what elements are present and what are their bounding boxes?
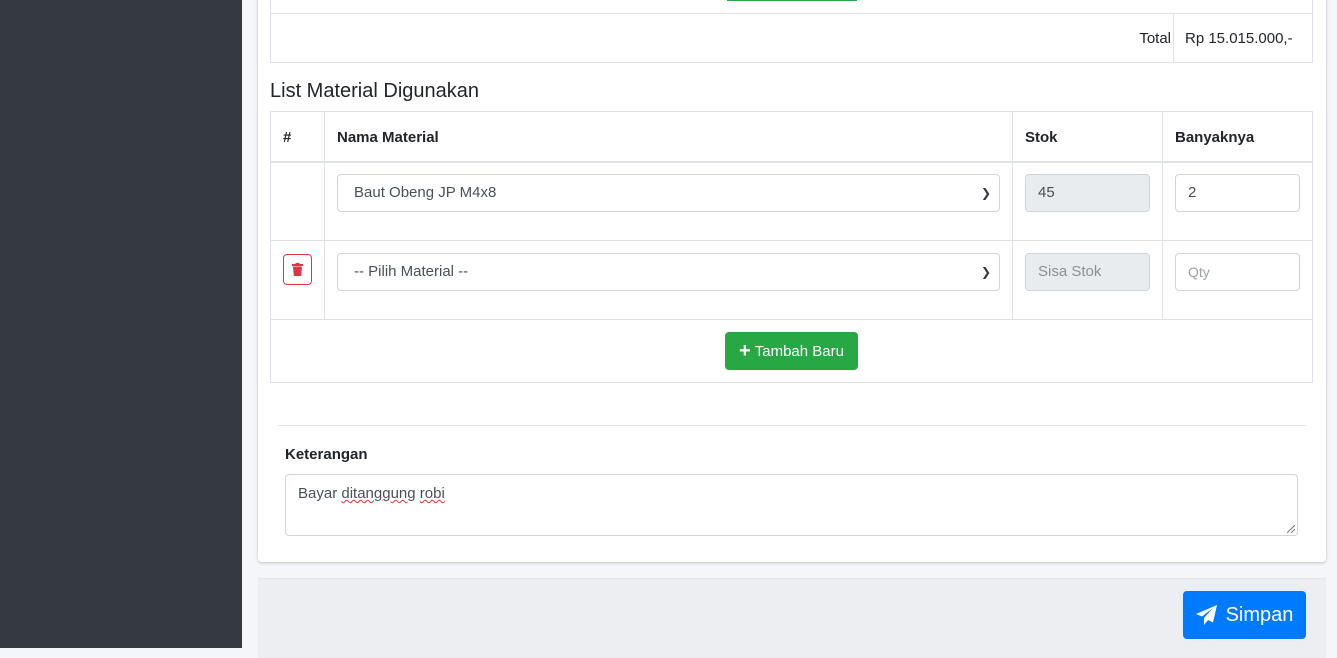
- save-label: Simpan: [1225, 603, 1294, 626]
- quantity-placeholder: Qty: [1188, 264, 1210, 280]
- quantity-input[interactable]: 2: [1175, 174, 1300, 212]
- stock-field-empty: Sisa Stok: [1025, 253, 1150, 291]
- paper-plane-icon: [1195, 605, 1217, 625]
- material-select-value: Baut Obeng JP M4x8: [354, 184, 497, 201]
- divider: [278, 425, 1306, 426]
- trash-icon: [292, 263, 303, 276]
- column-header-number: #: [283, 129, 292, 146]
- add-material-label: Tambah Baru: [754, 342, 844, 360]
- total-value: Rp 15.015.000,-: [1185, 30, 1293, 47]
- card-footer: Simpan: [258, 578, 1326, 658]
- chevron-down-icon: ❯: [980, 186, 991, 200]
- stock-value: 45: [1038, 184, 1055, 201]
- notes-word-misspelled: ditanggung: [341, 485, 416, 502]
- notes-word: Bayar: [298, 485, 338, 502]
- material-select-placeholder: -- Pilih Material --: [354, 263, 469, 280]
- notes-textarea[interactable]: Bayar ditanggung robi: [285, 474, 1298, 536]
- column-header-stock: Stok: [1025, 129, 1058, 146]
- materials-section-title: List Material Digunakan: [270, 80, 479, 102]
- notes-word-misspelled: robi: [419, 485, 445, 502]
- delete-row-button[interactable]: [283, 254, 312, 285]
- quantity-input-empty[interactable]: Qty: [1175, 253, 1300, 291]
- main-content: Total Rp 15.015.000,- List Material Digu…: [242, 0, 1337, 658]
- materials-table: # Nama Material Stok Banyaknya Baut Oben…: [270, 111, 1313, 383]
- material-select-empty[interactable]: -- Pilih Material -- ❯: [337, 253, 1000, 291]
- stock-placeholder: Sisa Stok: [1038, 263, 1102, 280]
- notes-label: Keterangan: [285, 446, 368, 463]
- chevron-down-icon: ❯: [980, 265, 991, 279]
- services-total-table: Total Rp 15.015.000,-: [270, 0, 1313, 63]
- save-button[interactable]: Simpan: [1183, 591, 1306, 639]
- add-service-button-edge[interactable]: [727, 0, 857, 1]
- total-label: Total: [1139, 30, 1171, 47]
- column-header-material: Nama Material: [337, 129, 439, 146]
- resize-handle-icon[interactable]: [1287, 525, 1295, 533]
- material-select[interactable]: Baut Obeng JP M4x8 ❯: [337, 174, 1000, 212]
- plus-icon: +: [739, 340, 751, 362]
- stock-field: 45: [1025, 174, 1150, 212]
- column-header-quantity: Banyaknya: [1175, 129, 1255, 146]
- add-material-button[interactable]: + Tambah Baru: [725, 332, 858, 370]
- sidebar: [0, 0, 242, 648]
- quantity-value: 2: [1188, 184, 1197, 201]
